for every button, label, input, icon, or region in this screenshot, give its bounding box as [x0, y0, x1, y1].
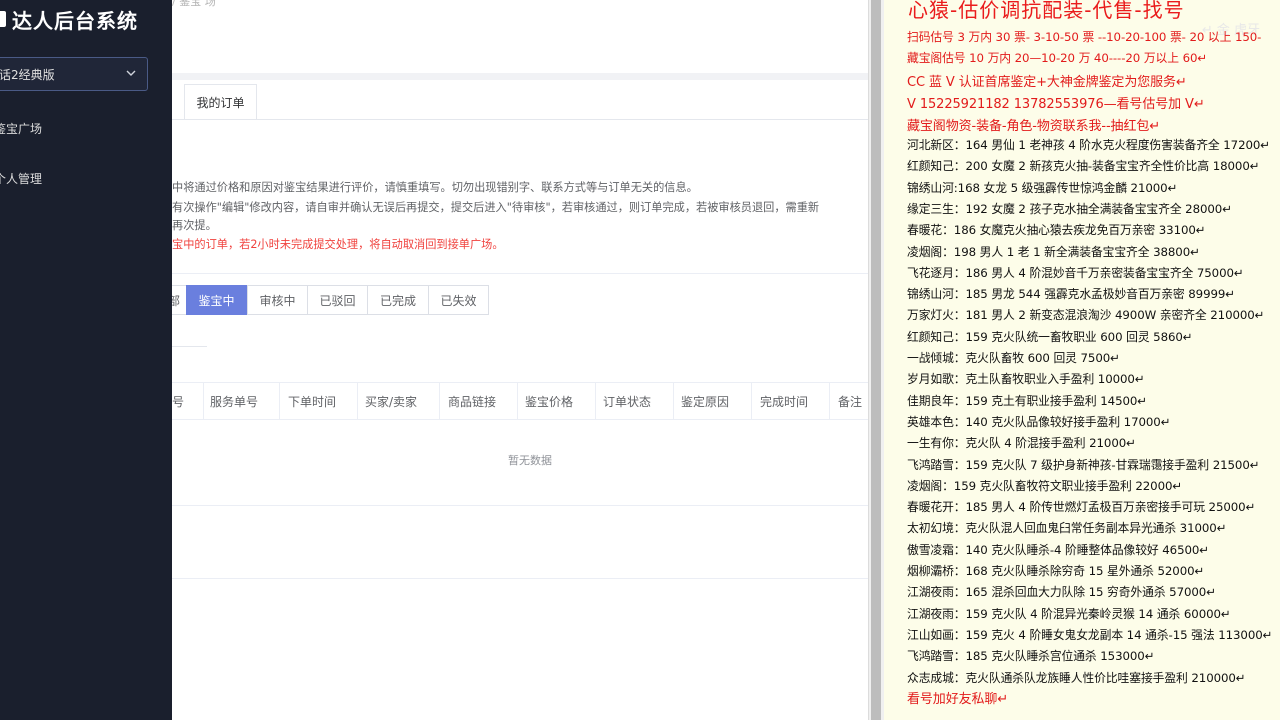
column-separator [517, 383, 518, 419]
brand: 达人后台系统 [0, 2, 138, 36]
chevron-down-icon [126, 70, 136, 76]
panel-listing-line: 凌烟阁：159 克火队畜牧符文职业接手盈利 22000↵ [907, 478, 1183, 493]
panel-listing-line: 凌烟阁：198 男人 1 老 1 新全满装备宝宝齐全 38800↵ [907, 244, 1200, 259]
panel-listing-line: 江山如画：159 克火 4 阶睡女鬼女龙副本 14 通杀-15 强法 11300… [907, 627, 1273, 642]
panel-listing-line: 太初幻境：克火队混人回血鬼臼常任务副本异光通杀 31000↵ [907, 521, 1227, 536]
panel-listing-line: 春暖花：186 女魔克火抽心猿去疾龙免百万亲密 33100↵ [907, 223, 1206, 238]
panel-listing-line: 锦绣山河：185 男龙 544 强霹克水孟极妙音百万亲密 89999↵ [907, 287, 1236, 302]
filter-appraising[interactable]: 鉴宝中 [186, 285, 247, 315]
panel-listing-line: 飞花逐月：186 男人 4 阶混妙音千万亲密装备宝宝齐全 75000↵ [907, 265, 1244, 280]
orders-card: 我的订单 中将通过价格和原因对鉴宝结果进行评价，请慎重填写。切勿出现错别字、联系… [172, 80, 868, 720]
divider [172, 346, 207, 347]
scrollbar-thumb[interactable] [871, 0, 881, 720]
table-header-cell: 鉴定原因 [681, 394, 730, 409]
panel-promo-line: 藏宝阁估号 10 万内 20—10-20 万 40----20 万以上 60↵ [907, 51, 1208, 65]
divider [172, 505, 868, 506]
panel-listing-line: 英雄本色：140 克火队品像较好接手盈利 17000↵ [907, 414, 1171, 429]
panel-listing-line: 众志成城：克火队通杀队龙族睡人性价比哇塞接手盈利 210000↵ [907, 670, 1246, 685]
table-header-cell: 买家/卖家 [365, 394, 418, 409]
table-header-cell: 商品链接 [448, 394, 497, 409]
panel-listing-line: 一战倾城：克火队畜牧 600 回灵 7500↵ [907, 351, 1120, 365]
panel-listing-line: 河北新区：164 男仙 1 老神孩 4 阶水克火程度伤害装备齐全 17200↵ [907, 138, 1271, 152]
filter-completed[interactable]: 已完成 [367, 285, 429, 315]
panel-listing-line: 锦绣山河:168 女龙 5 级强霹传世惊鸿金麟 21000↵ [907, 180, 1178, 195]
notice-line: 有次操作"编辑"修改内容，请自审并确认无误后再提交，提交后进入"待审核"，若审核… [172, 201, 820, 214]
column-separator [439, 383, 440, 419]
column-separator [751, 383, 752, 419]
version-select-value: 话2经典版 [0, 67, 55, 82]
notice-line-warning: 宝中的订单，若2小时未完成提交处理，将自动取消回到接单广场。 [172, 238, 504, 251]
panel-listing-line: 飞鸿踏雪：185 克火队睡杀宫位通杀 153000↵ [907, 649, 1155, 664]
table-header-cell: 鉴宝价格 [525, 394, 574, 409]
panel-listing-line: 万家灯火：181 男人 2 新变态混浪淘沙 4900W 亲密齐全 210000↵ [907, 308, 1265, 323]
version-select[interactable]: 话2经典版 [0, 57, 148, 91]
panel-promo-line: V 15225921182 13782553976—看号估号加 V↵ [907, 97, 1205, 112]
logo-icon [0, 11, 6, 27]
panel-listing-line: 江湖夜雨：159 克火队 4 阶混异光秦岭灵猴 14 通杀 60000↵ [907, 606, 1231, 621]
info-panel: 心猿-估价调抗配装-代售-找号 ↵ 金 虎牙 扫码估号 3 万内 30 票- 3… [884, 0, 1280, 720]
panel-listing-line: 飞鸿踏雪：159 克火队 7 级护身新神孩-甘霖瑞霭接手盈利 21500↵ [907, 457, 1260, 472]
main-content: / 鉴宝 场 我的订单 中将通过价格和原因对鉴宝结果进行评价，请慎重填写。切勿出… [172, 0, 868, 720]
table-header-cell: 完成时间 [760, 394, 809, 409]
panel-listing-line: 佳期良年：159 克土有职业接手盈利 14500↵ [907, 393, 1148, 408]
filter-expired[interactable]: 已失效 [428, 285, 489, 315]
table-header-cell: 下单时间 [288, 394, 337, 409]
panel-listing-line: 红颜知己：200 女魔 2 新孩克火抽-装备宝宝齐全性价比高 18000↵ [907, 159, 1260, 174]
header-area: / 鉴宝 场 [172, 0, 868, 73]
panel-promo-line: 看号加好友私聊↵ [907, 692, 1009, 707]
table-header-cell: 号 [172, 394, 185, 409]
column-separator [279, 383, 280, 419]
column-separator [595, 383, 596, 419]
brand-title: 达人后台系统 [12, 8, 138, 33]
table-header-cell: 服务单号 [210, 394, 259, 409]
column-separator [203, 383, 204, 419]
divider [172, 273, 868, 274]
sidebar: 达人后台系统 话2经典版 鉴宝广场 个人管理 [0, 0, 172, 720]
column-separator [673, 383, 674, 419]
filter-rejected[interactable]: 已驳回 [307, 285, 368, 315]
sidebar-item-treasure-square[interactable]: 鉴宝广场 [0, 120, 42, 137]
panel-promo-line: CC 蓝 V 认证首席鉴定+大神金牌鉴定为您服务↵ [907, 75, 1187, 90]
panel-promo-line: 藏宝阁物资-装备-角色-物资联系我--抽红包↵ [907, 119, 1161, 134]
panel-listing-line: 春暖花开：185 男人 4 阶传世燃灯孟极百万亲密接手可玩 25000↵ [907, 500, 1256, 515]
panel-listing-line: 江湖夜雨：165 混杀回血大力队除 15 穷奇外通杀 57000↵ [907, 585, 1216, 600]
sidebar-item-personal-management[interactable]: 个人管理 [0, 170, 42, 187]
panel-header: 心猿-估价调抗配装-代售-找号 [908, 0, 1185, 22]
breadcrumb: / 鉴宝 场 [172, 0, 216, 8]
table-header-cell: 订单状态 [603, 394, 652, 409]
notice-line: 再次提。 [172, 219, 217, 232]
empty-state-text: 暂无数据 [508, 454, 552, 467]
panel-listing-line: 烟柳灞桥：168 克火队睡杀除穷奇 15 星外通杀 52000↵ [907, 564, 1205, 578]
panel-listing-line: 一生有你：克火队 4 阶混接手盈利 21000↵ [907, 436, 1136, 451]
divider [172, 578, 868, 579]
table-header-cell: 备注 [838, 394, 863, 409]
column-separator [829, 383, 830, 419]
panel-listing-line: 岁月如歌：克土队畜牧职业入手盈利 10000↵ [907, 372, 1145, 387]
table-header-bottom [172, 419, 868, 420]
panel-listing-line: 傲雪凌霜：140 克火队睡杀-4 阶睡整体品像较好 46500↵ [907, 542, 1210, 557]
panel-listing-line: 缘定三生：192 女魔 2 孩子克水抽全满装备宝宝齐全 28000↵ [907, 201, 1232, 216]
filter-reviewing[interactable]: 审核中 [247, 285, 308, 315]
tab-my-orders[interactable]: 我的订单 [184, 84, 257, 120]
panel-promo-line: 扫码估号 3 万内 30 票- 3-10-50 票 --10-20-100 票-… [907, 30, 1262, 44]
notice-line: 中将通过价格和原因对鉴宝结果进行评价，请慎重填写。切勿出现错别字、联系方式等与订… [172, 181, 698, 194]
tab-divider [172, 119, 868, 120]
column-separator [357, 383, 358, 419]
panel-listing-line: 红颜知己：159 克火队统一畜牧职业 600 回灵 5860↵ [907, 329, 1193, 344]
